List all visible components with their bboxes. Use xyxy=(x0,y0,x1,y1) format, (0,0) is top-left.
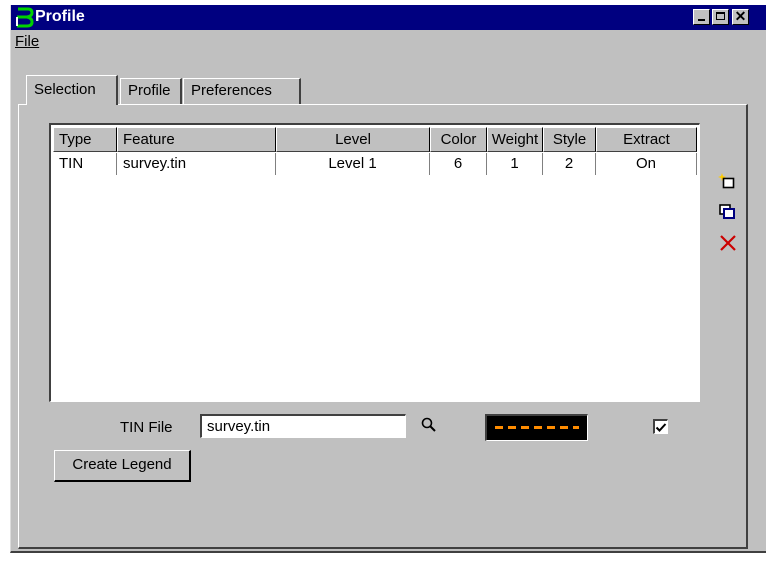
minimize-button[interactable] xyxy=(693,9,710,25)
window-title: Profile xyxy=(35,8,85,25)
tab-selection-label: Selection xyxy=(34,81,96,98)
extract-checkbox[interactable] xyxy=(653,419,668,434)
menu-file[interactable]: File xyxy=(15,33,39,50)
checkmark-icon xyxy=(655,423,667,432)
tab-preferences-label: Preferences xyxy=(191,82,272,99)
tab-profile-label: Profile xyxy=(128,82,171,99)
delete-icon[interactable] xyxy=(719,234,737,252)
create-legend-button[interactable]: Create Legend xyxy=(54,450,191,482)
tin-file-input[interactable]: survey.tin xyxy=(200,414,406,438)
cell-weight: 1 xyxy=(487,153,543,175)
title-bar[interactable]: Profile ✕ xyxy=(11,5,766,30)
tab-preferences[interactable]: Preferences xyxy=(183,78,301,104)
cell-feature: survey.tin xyxy=(117,153,276,175)
dashed-line-icon xyxy=(495,426,579,429)
menu-bar: File xyxy=(11,30,766,54)
new-row-icon[interactable] xyxy=(718,172,736,190)
search-icon[interactable] xyxy=(420,416,438,434)
column-header-feature[interactable]: Feature xyxy=(117,127,276,152)
cell-color: 6 xyxy=(430,153,487,175)
cell-style: 2 xyxy=(543,153,596,175)
feature-table[interactable]: Type Feature Level Color Weight Style Ex… xyxy=(49,123,700,402)
tin-file-label: TIN File xyxy=(120,419,173,436)
cell-type: TIN xyxy=(53,153,117,175)
minimize-icon xyxy=(698,19,705,21)
menu-file-label: File xyxy=(15,33,40,50)
column-header-style[interactable]: Style xyxy=(543,127,596,152)
line-style-swatch[interactable] xyxy=(485,414,588,441)
column-header-color[interactable]: Color xyxy=(430,127,487,152)
tab-profile[interactable]: Profile xyxy=(120,78,182,104)
table-row[interactable]: TIN survey.tin Level 1 6 1 2 On xyxy=(53,153,698,175)
copy-icon[interactable] xyxy=(718,203,736,221)
tab-selection[interactable]: Selection xyxy=(26,75,118,105)
cell-level: Level 1 xyxy=(276,153,430,175)
close-icon: ✕ xyxy=(734,8,747,24)
column-header-weight[interactable]: Weight xyxy=(487,127,543,152)
maximize-icon xyxy=(716,12,725,20)
column-header-type[interactable]: Type xyxy=(53,127,117,152)
maximize-button[interactable] xyxy=(712,9,729,25)
column-header-extract[interactable]: Extract xyxy=(596,127,697,152)
cell-extract: On xyxy=(596,153,697,175)
close-button[interactable]: ✕ xyxy=(732,8,749,25)
app-icon xyxy=(16,7,34,28)
column-header-level[interactable]: Level xyxy=(276,127,430,152)
